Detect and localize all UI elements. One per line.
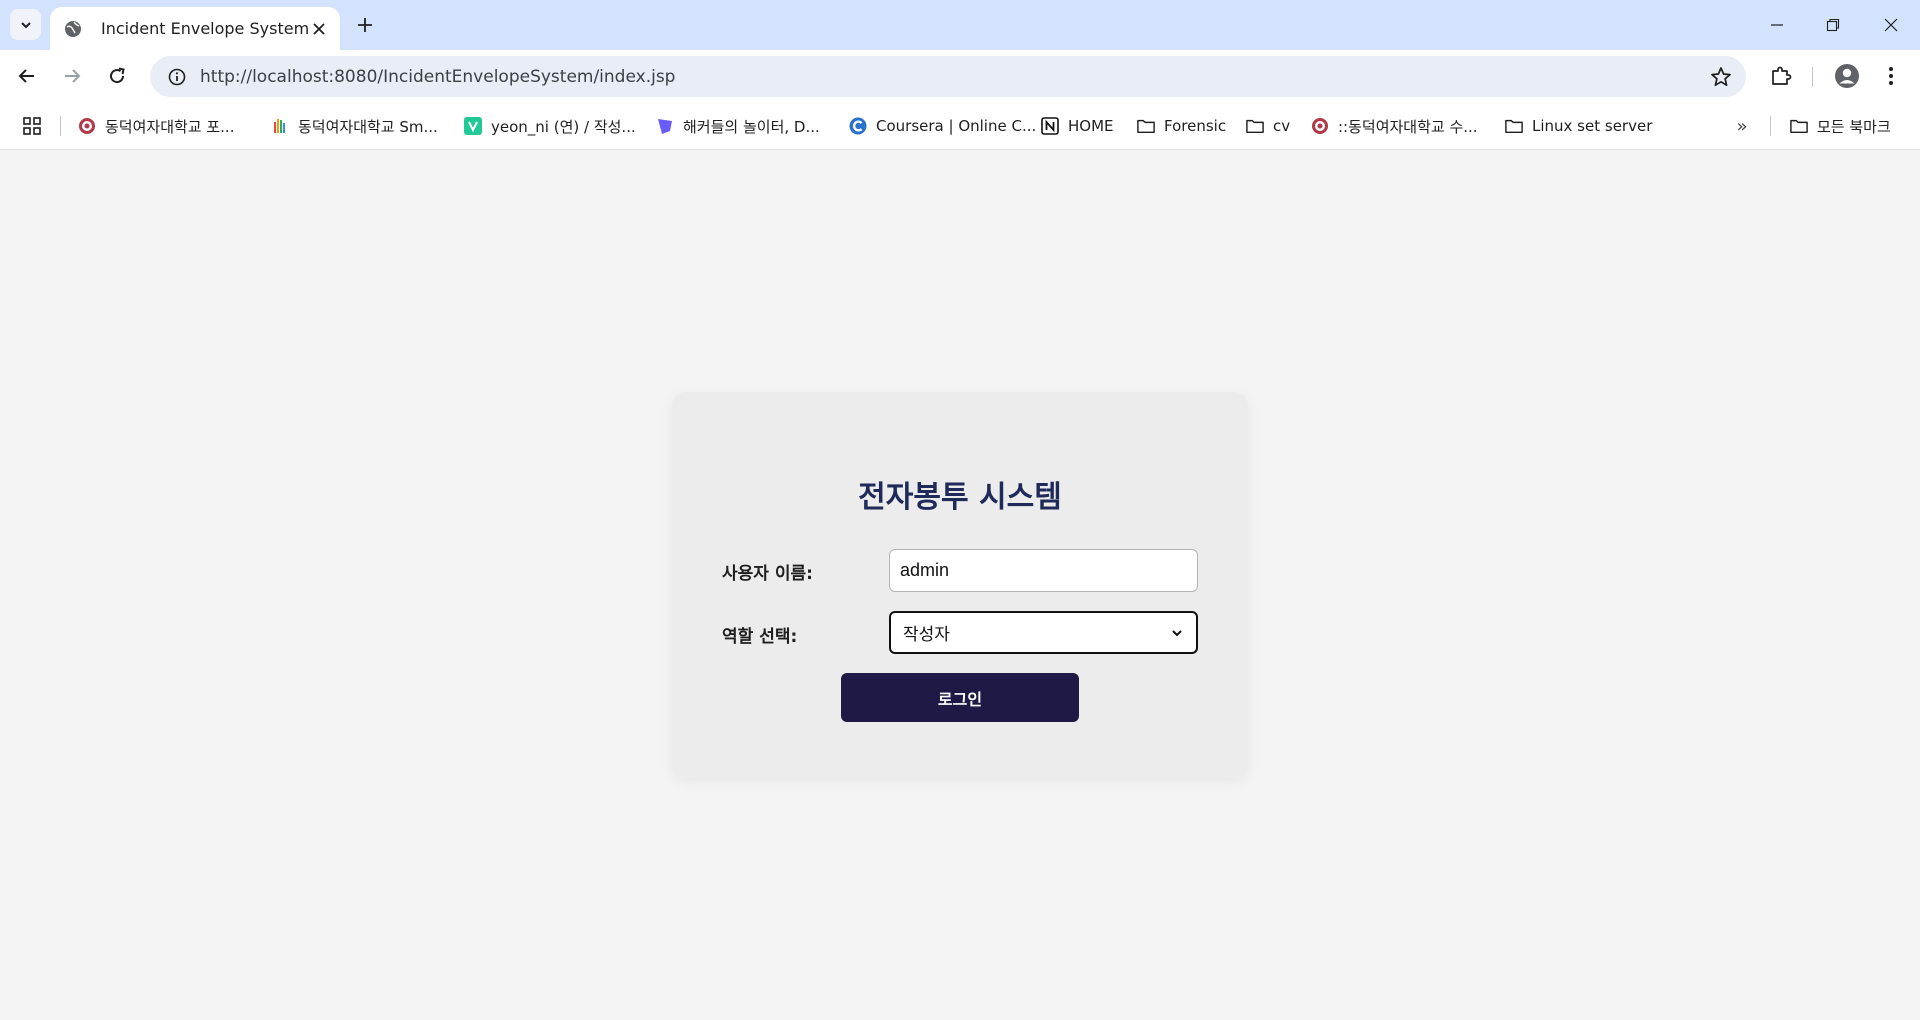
more-vertical-icon (1889, 67, 1893, 85)
folder-icon (1137, 117, 1155, 135)
coursera-icon (849, 117, 867, 135)
avatar-icon (1835, 64, 1859, 88)
bookmark-label: ::동덕여자대학교 수... (1338, 117, 1478, 136)
profile-button[interactable] (1830, 59, 1864, 93)
puzzle-icon (1772, 66, 1792, 85)
address-bar[interactable]: http://localhost:8080/IncidentEnvelopeSy… (150, 56, 1746, 97)
bookmark-label: HOME (1068, 117, 1114, 135)
login-card: 전자봉투 시스템 사용자 이름: 역할 선택: 작성자 로그인 (672, 392, 1248, 778)
bookmark-label: yeon_ni (연) / 작성... (491, 117, 636, 136)
globe-icon (65, 20, 81, 37)
close-tab-icon[interactable] (310, 20, 328, 38)
university-seal-icon (1311, 117, 1329, 135)
bookmarks-divider (60, 116, 61, 136)
bookmark-dongduk-smart[interactable]: 동덕여자대학교 Sm... (271, 114, 438, 138)
toolbar-divider (1812, 67, 1813, 87)
all-bookmarks-folder[interactable]: 모든 북마크 (1790, 114, 1891, 138)
folder-icon (1246, 117, 1264, 135)
university-seal-icon (78, 117, 96, 135)
restore-icon (1826, 18, 1840, 32)
bookmark-dongduk-portal[interactable]: 동덕여자대학교 포... (78, 114, 234, 138)
restore-button[interactable] (1816, 10, 1850, 40)
bookmark-label: 해커들의 놀이터, D... (683, 117, 820, 136)
site-info-icon[interactable] (155, 68, 199, 86)
username-label: 사용자 이름: (722, 564, 813, 584)
bookmark-label: 동덕여자대학교 포... (105, 117, 235, 136)
tab-search-button[interactable] (10, 9, 41, 40)
back-button[interactable] (10, 59, 44, 93)
bookmark-label: cv (1273, 117, 1291, 135)
extensions-button[interactable] (1764, 59, 1798, 93)
folder-icon (1790, 117, 1808, 135)
bookmark-dongduk-class[interactable]: ::동덕여자대학교 수... (1311, 114, 1478, 138)
bookmark-folder-cv[interactable]: cv (1246, 114, 1290, 138)
bookmark-folder-forensic[interactable]: Forensic (1137, 114, 1226, 138)
bookmarks-bar: 동덕여자대학교 포... 동덕여자대학교 Sm... yeon_ni (연) /… (0, 102, 1920, 150)
role-select[interactable]: 작성자 (889, 611, 1198, 654)
notion-icon (1041, 117, 1059, 135)
bookmark-velog[interactable]: yeon_ni (연) / 작성... (464, 114, 636, 138)
bookmarks-divider (1770, 116, 1771, 136)
role-label: 역할 선택: (722, 627, 798, 647)
arrow-right-icon (65, 69, 81, 83)
url-text[interactable]: http://localhost:8080/IncidentEnvelopeSy… (200, 67, 675, 87)
chevron-down-icon (1172, 629, 1182, 636)
colorful-hand-icon (271, 117, 289, 135)
browser-menu-button[interactable] (1874, 59, 1908, 93)
more-bookmarks-icon[interactable]: » (1730, 114, 1754, 138)
page-title: 전자봉투 시스템 (858, 480, 1062, 515)
browser-tab-strip: Incident Envelope System (0, 0, 1920, 50)
bookmark-star-icon[interactable] (1710, 66, 1732, 88)
minimize-button[interactable] (1760, 10, 1794, 40)
active-tab[interactable]: Incident Envelope System (50, 7, 340, 50)
page-content: 전자봉투 시스템 사용자 이름: 역할 선택: 작성자 로그인 (0, 151, 1920, 1020)
minimize-icon (1771, 24, 1783, 26)
bookmark-label: 동덕여자대학교 Sm... (298, 117, 438, 136)
forward-button[interactable] (55, 59, 89, 93)
bookmark-home[interactable]: HOME (1041, 114, 1114, 138)
reload-icon (110, 67, 125, 84)
browser-toolbar: http://localhost:8080/IncidentEnvelopeSy… (0, 50, 1920, 102)
bookmark-label: Forensic (1164, 117, 1227, 135)
reload-button[interactable] (100, 59, 134, 93)
bookmark-folder-linux[interactable]: Linux set server (1505, 114, 1652, 138)
bookmark-label: Coursera | Online C... (876, 117, 1037, 135)
chevron-down-icon (20, 21, 31, 28)
bookmark-dreamhack[interactable]: 해커들의 놀이터, D... (656, 114, 820, 138)
bookmark-label: Linux set server (1532, 117, 1653, 135)
tab-title: Incident Envelope System (101, 19, 310, 38)
dreamhack-icon (656, 117, 674, 135)
username-input[interactable] (889, 549, 1198, 592)
bookmark-label: 모든 북마크 (1817, 117, 1891, 136)
close-window-button[interactable] (1874, 10, 1908, 40)
bookmark-coursera[interactable]: Coursera | Online C... (849, 114, 1036, 138)
folder-icon (1505, 117, 1523, 135)
login-button[interactable]: 로그인 (841, 673, 1079, 722)
velog-icon (464, 117, 482, 135)
apps-grid-icon[interactable] (22, 116, 42, 136)
plus-icon (358, 18, 372, 32)
role-selected-value: 작성자 (903, 625, 950, 645)
new-tab-button[interactable] (352, 12, 378, 38)
close-icon (1884, 18, 1898, 32)
arrow-left-icon (18, 69, 34, 83)
